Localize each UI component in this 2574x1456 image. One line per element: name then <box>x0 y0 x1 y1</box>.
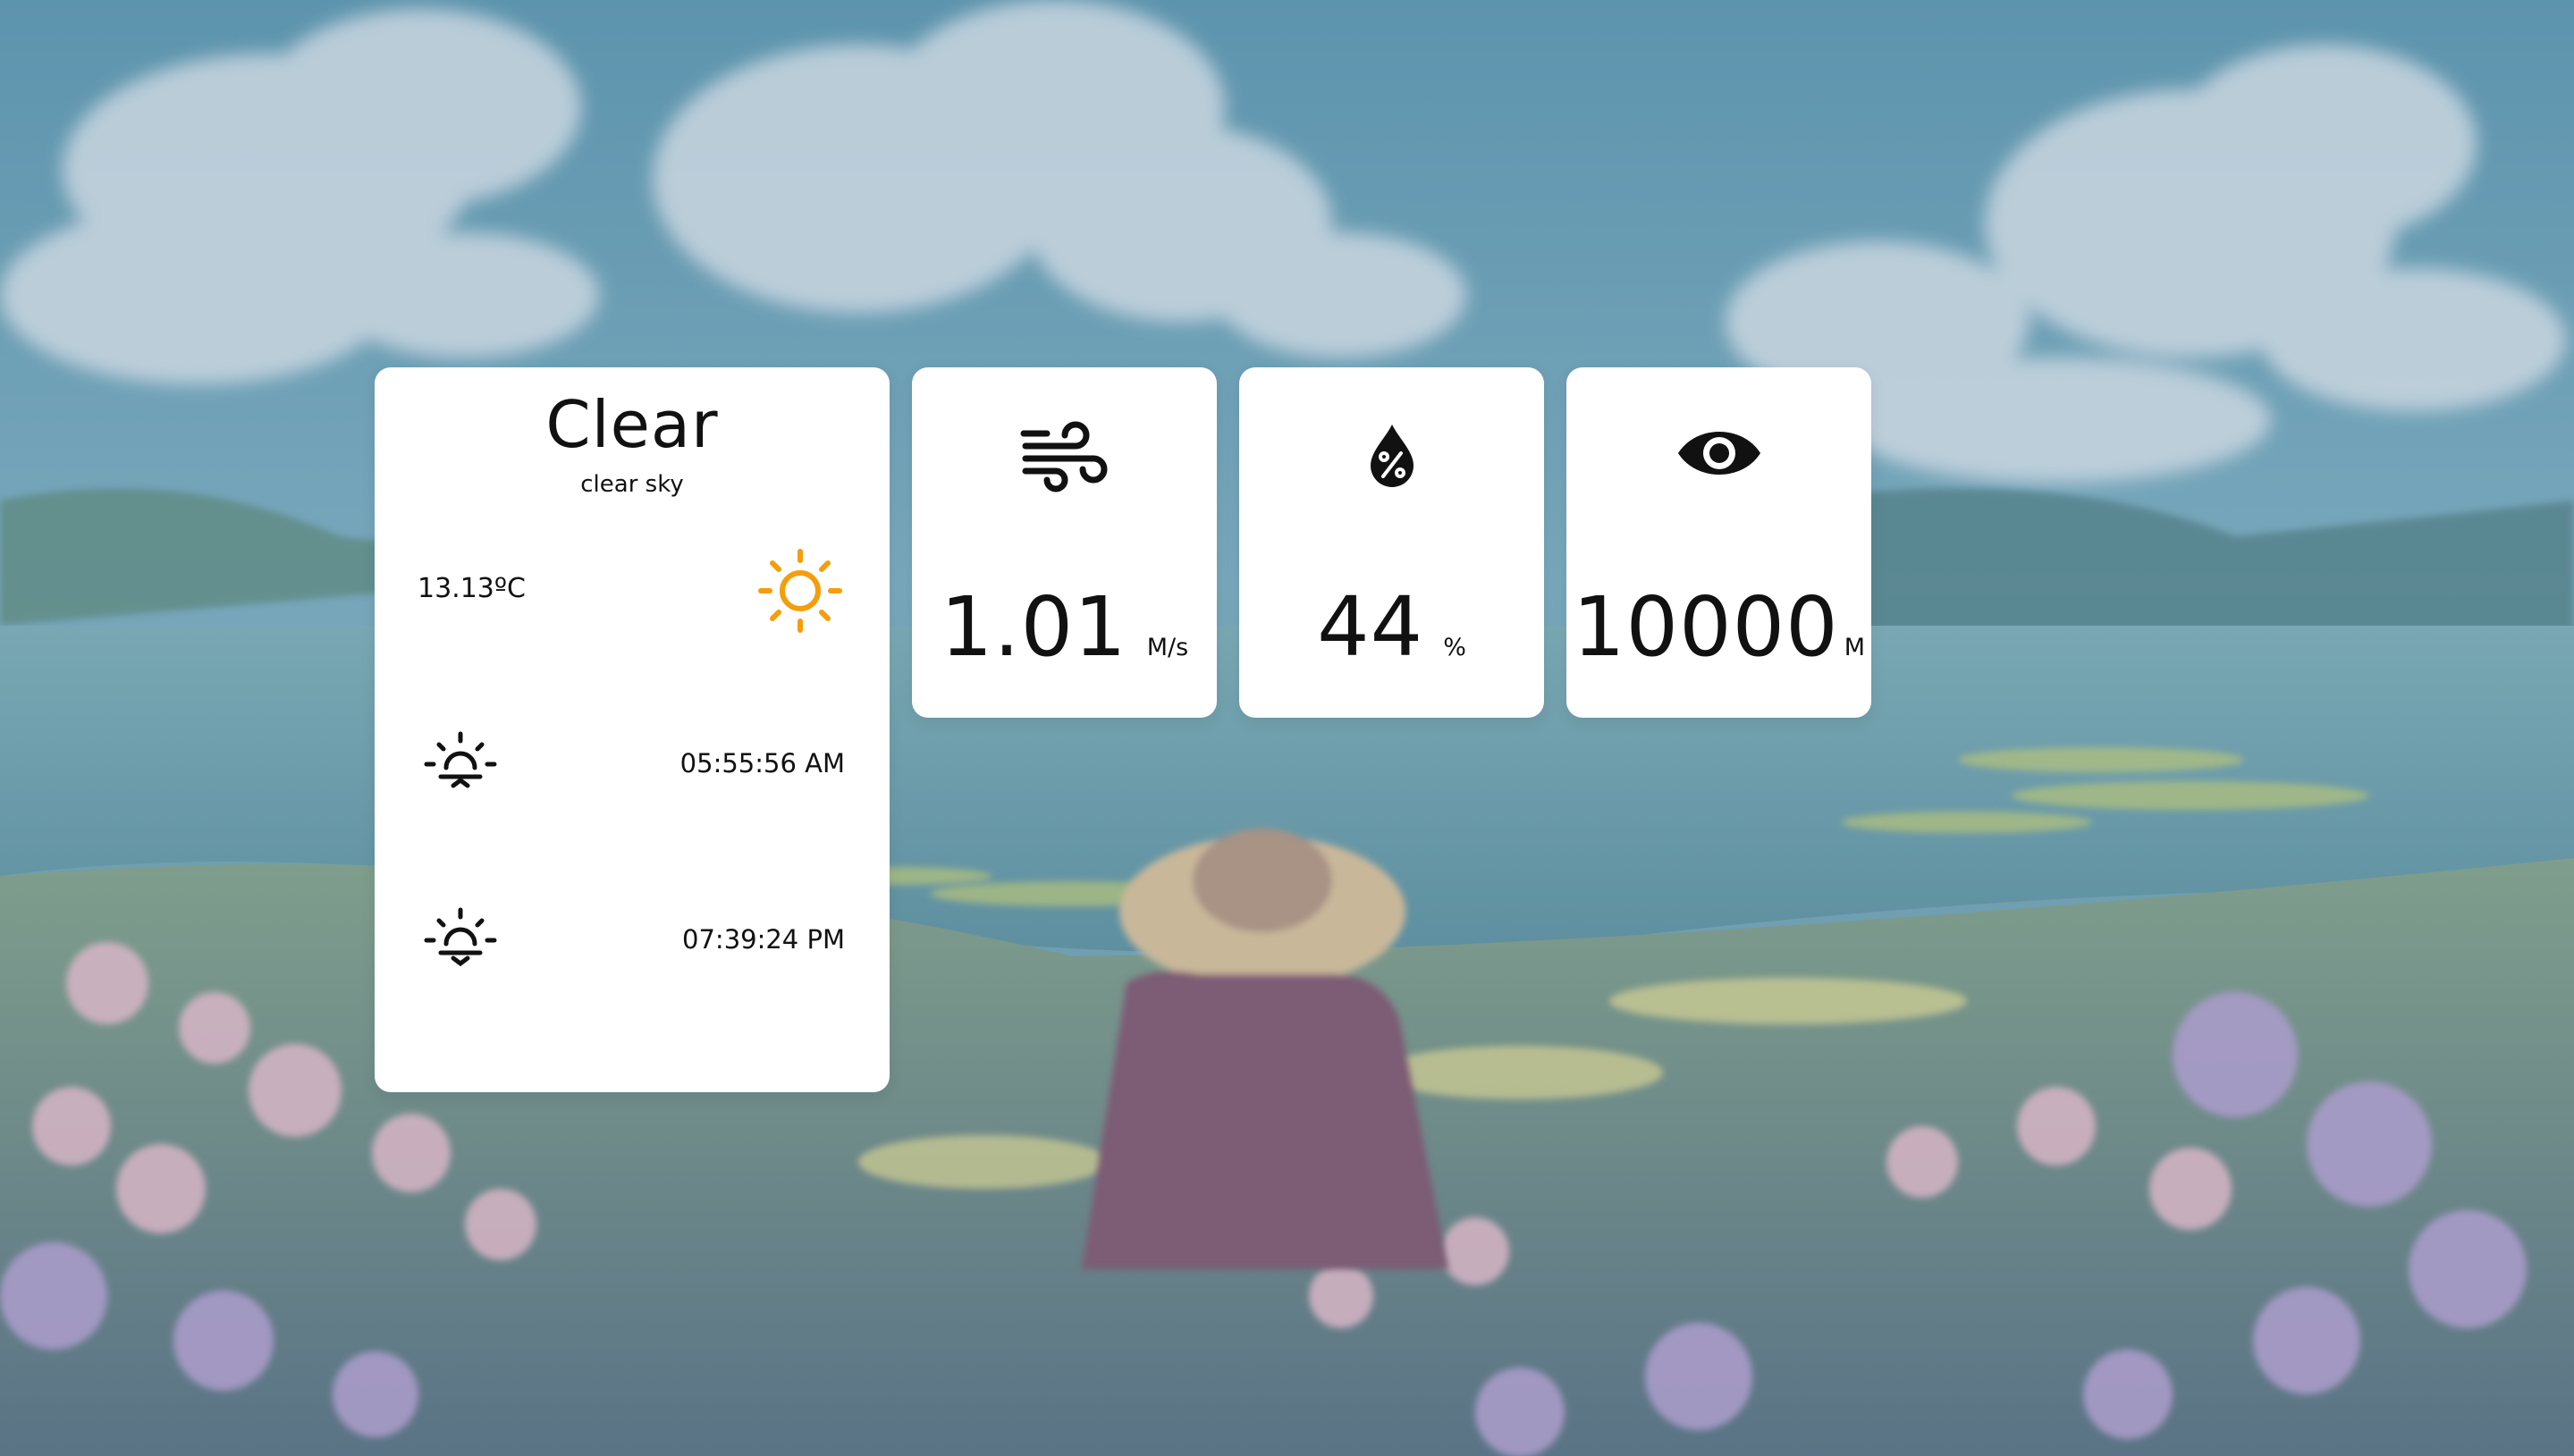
humidity-drop-icon <box>1363 421 1421 496</box>
visibility-value: 10000 <box>1573 579 1839 675</box>
wind-icon <box>1020 421 1110 496</box>
sun-icon <box>755 546 845 639</box>
weather-condition: Clear <box>545 387 719 462</box>
sunrise-icon <box>423 728 498 796</box>
visibility: 10000 M <box>1566 586 1871 669</box>
sunset-icon <box>423 905 498 972</box>
eye-icon <box>1675 421 1764 489</box>
humidity-card: 44% <box>1239 367 1544 718</box>
humidity-unit: % <box>1443 634 1466 661</box>
sunrise-time: 05:55:56 AM <box>679 748 845 778</box>
weather-description: clear sky <box>580 471 684 498</box>
wind-card: 1.01 M/s <box>912 367 1217 718</box>
wind-speed-value: 1.01 <box>940 579 1127 675</box>
humidity-value: 44 <box>1317 579 1424 675</box>
humidity: 44% <box>1239 586 1544 669</box>
weather-summary-card: Clear clear sky 13.13ºC 05:55:56 AM 07:3… <box>375 367 890 1092</box>
temperature-value: 13.13ºC <box>418 573 526 604</box>
visibility-unit: M <box>1844 634 1865 661</box>
wind-speed-unit: M/s <box>1146 634 1189 661</box>
sunset-time: 07:39:24 PM <box>682 924 845 955</box>
visibility-card: 10000 M <box>1566 367 1871 718</box>
wind-speed: 1.01 M/s <box>912 586 1217 669</box>
